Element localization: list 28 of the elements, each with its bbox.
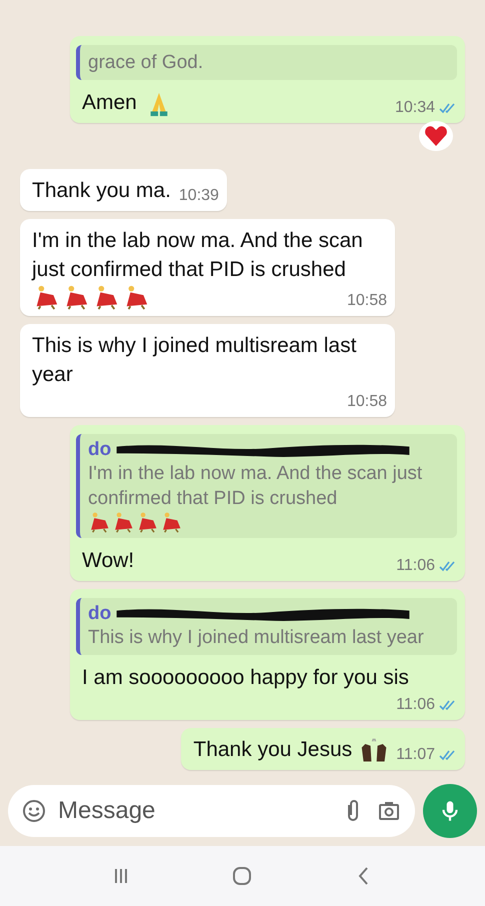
microphone-button[interactable] xyxy=(423,784,477,838)
quoted-author: do xyxy=(88,603,112,625)
quoted-author: do xyxy=(88,439,112,461)
quoted-text: This is why I joined multisream last year xyxy=(88,626,425,650)
quoted-message[interactable]: grace of God. xyxy=(76,45,457,80)
message-text: Thank you Jesus xyxy=(193,737,352,763)
message-time: 11:07 xyxy=(396,746,435,764)
heart-reaction-icon[interactable] xyxy=(424,125,448,147)
message-text: Thank you ma. xyxy=(32,178,171,204)
camera-icon[interactable] xyxy=(377,799,401,823)
quoted-text: grace of God. xyxy=(88,51,204,75)
emoji-icon[interactable] xyxy=(22,799,46,823)
message-time: 10:39 xyxy=(178,187,219,205)
message-text: I'm in the lab now ma. And the scan just confirmed that PID is crushed xyxy=(32,228,364,283)
message-bar[interactable]: Message xyxy=(8,785,415,837)
quoted-message[interactable]: do This is why I joined multisream last year xyxy=(76,598,457,655)
message-time: 10:34 xyxy=(394,99,435,117)
quoted-message[interactable]: do I'm in the lab now ma. And the scan just confirmed that PID is crushed xyxy=(76,434,457,538)
message-text: Amen xyxy=(82,90,137,116)
message-time: 10:58 xyxy=(346,393,387,411)
message-time: 11:06 xyxy=(396,696,435,714)
message-text: I am sooooooooo happy for you sis xyxy=(82,665,409,691)
message-text: This is why I joined multisream last year xyxy=(32,333,358,388)
message-time: 10:58 xyxy=(346,292,387,310)
message-text: Wow! xyxy=(82,548,134,574)
message-input[interactable]: Message xyxy=(58,797,329,825)
message-time: 11:06 xyxy=(396,557,435,575)
quoted-text: I'm in the lab now ma. And the scan just confirmed that PID is crushed xyxy=(88,462,424,511)
